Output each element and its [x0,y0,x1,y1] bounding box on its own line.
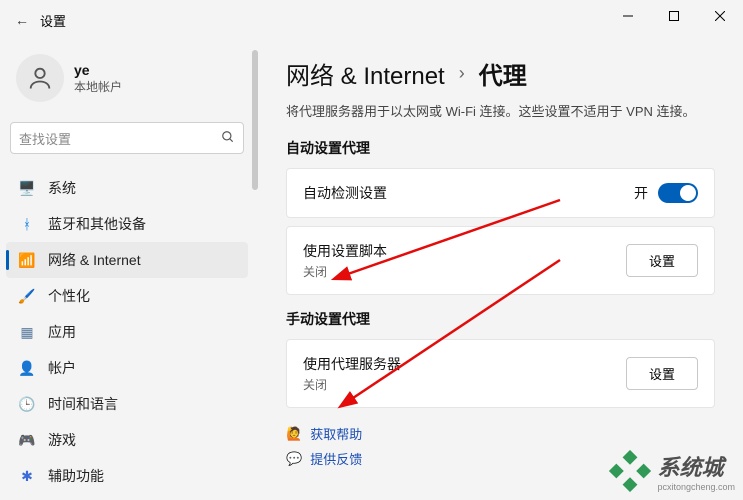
nav-label: 辅助功能 [48,466,104,486]
chevron-right-icon: › [459,63,465,84]
card-setup-script: 使用设置脚本 关闭 设置 [286,226,715,295]
sidebar-item-2[interactable]: 📶 网络 & Internet [6,242,248,278]
proxy-server-label: 使用代理服务器 [303,354,401,374]
nav-label: 应用 [48,322,76,342]
user-type: 本地帐户 [74,78,122,95]
feedback-label: 提供反馈 [310,449,362,468]
setup-script-button[interactable]: 设置 [626,244,698,277]
sidebar-scrollbar[interactable] [252,50,258,190]
breadcrumb: 网络 & Internet › 代理 [286,56,715,91]
section-auto-heading: 自动设置代理 [286,138,715,158]
auto-detect-label: 自动检测设置 [303,183,387,203]
watermark-sub: pcxitongcheng.com [657,482,735,492]
nav-icon: ✱ [16,468,38,485]
avatar [16,54,64,102]
nav-icon: 📶 [16,252,38,269]
sidebar-item-1[interactable]: ᚼ 蓝牙和其他设备 [6,206,248,242]
nav-icon: 🕒 [16,396,38,413]
nav-label: 系统 [48,178,76,198]
search-placeholder: 查找设置 [19,129,221,148]
breadcrumb-parent[interactable]: 网络 & Internet [286,56,445,91]
page-description: 将代理服务器用于以太网或 Wi-Fi 连接。这些设置不适用于 VPN 连接。 [286,101,715,120]
setup-script-status: 关闭 [303,263,387,280]
nav-label: 网络 & Internet [48,250,141,270]
feedback-icon: 💬 [286,451,302,467]
close-button[interactable] [697,0,743,32]
breadcrumb-current: 代理 [479,56,527,91]
nav-label: 个性化 [48,286,90,306]
sidebar-item-4[interactable]: ▦ 应用 [6,314,248,350]
nav-icon: ▦ [16,324,38,341]
sidebar-item-6[interactable]: 🕒 时间和语言 [6,386,248,422]
watermark: 系统城 pcxitongcheng.com [609,450,735,492]
help-label: 获取帮助 [310,424,362,443]
proxy-server-status: 关闭 [303,376,401,393]
back-button[interactable]: ← [4,12,40,28]
sidebar-item-3[interactable]: 🖌️ 个性化 [6,278,248,314]
window-title: 设置 [40,11,66,30]
search-icon [221,130,235,147]
help-link[interactable]: 🙋 获取帮助 [286,424,715,443]
sidebar-item-7[interactable]: 🎮 游戏 [6,422,248,458]
nav-icon: 🖌️ [16,288,38,305]
minimize-button[interactable] [605,0,651,32]
profile-block[interactable]: ye 本地帐户 [0,40,254,118]
toggle-state-label: 开 [634,183,648,203]
nav-list: 🖥️ 系统 ᚼ 蓝牙和其他设备 📶 网络 & Internet 🖌️ 个性化 ▦ 应用 👤 帐户 🕒 时间… [0,166,254,498]
nav-icon: 👤 [16,360,38,377]
card-proxy-server: 使用代理服务器 关闭 设置 [286,339,715,408]
setup-script-label: 使用设置脚本 [303,241,387,261]
nav-icon: ᚼ [16,216,38,232]
toggle-switch-on[interactable] [658,183,698,203]
user-name: ye [74,62,122,78]
auto-detect-toggle[interactable]: 开 [634,183,698,203]
card-auto-detect: 自动检测设置 开 [286,168,715,218]
search-input[interactable]: 查找设置 [10,122,244,154]
nav-icon: 🖥️ [16,180,38,197]
nav-label: 时间和语言 [48,394,118,414]
content-area: 网络 & Internet › 代理 将代理服务器用于以太网或 Wi-Fi 连接… [270,40,743,500]
sidebar-item-8[interactable]: ✱ 辅助功能 [6,458,248,494]
nav-label: 游戏 [48,430,76,450]
nav-label: 蓝牙和其他设备 [48,214,146,234]
watermark-text: 系统城 [657,450,735,482]
section-manual-heading: 手动设置代理 [286,309,715,329]
maximize-button[interactable] [651,0,697,32]
nav-icon: 🎮 [16,432,38,449]
sidebar-item-5[interactable]: 👤 帐户 [6,350,248,386]
window-controls [605,0,743,32]
sidebar-item-0[interactable]: 🖥️ 系统 [6,170,248,206]
nav-label: 帐户 [48,358,76,378]
help-icon: 🙋 [286,426,302,442]
proxy-server-button[interactable]: 设置 [626,357,698,390]
sidebar: ye 本地帐户 查找设置 🖥️ 系统 ᚼ 蓝牙和其他设备 📶 网络 & Internet 🖌… [0,40,260,500]
